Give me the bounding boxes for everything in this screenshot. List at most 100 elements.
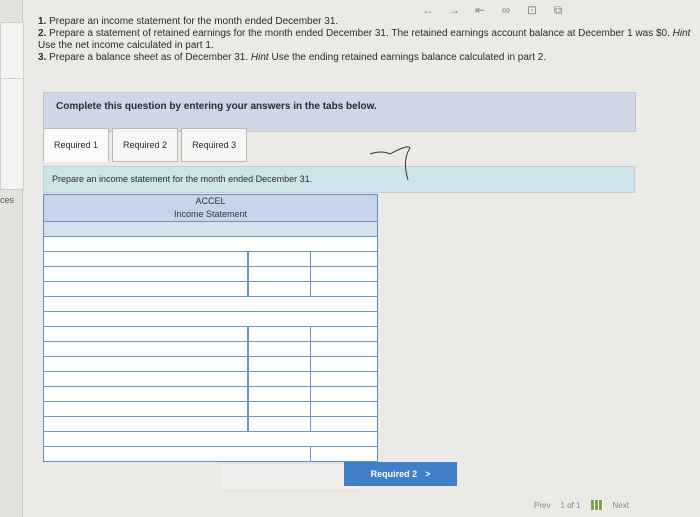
- net-income-input[interactable]: [311, 448, 375, 463]
- instruction-1: Prepare an income statement for the mont…: [49, 16, 339, 27]
- total-cell: [311, 417, 375, 431]
- total-cell: [311, 387, 375, 401]
- account-input[interactable]: [44, 418, 247, 433]
- amount-cell[interactable]: [249, 402, 311, 418]
- section-label-input[interactable]: [44, 313, 377, 328]
- amount-cell[interactable]: [249, 267, 311, 283]
- net-income-label-cell[interactable]: [44, 447, 311, 463]
- table-row: [44, 387, 377, 403]
- amount-input[interactable]: [249, 403, 310, 418]
- table-header: ACCEL Income Statement: [44, 195, 377, 222]
- amount-input[interactable]: [249, 418, 310, 433]
- amount-cell[interactable]: [249, 282, 311, 298]
- income-statement-table: ACCEL Income Statement: [43, 194, 378, 463]
- account-cell[interactable]: [44, 357, 249, 373]
- table-row: [44, 342, 377, 358]
- table-row: [44, 402, 377, 418]
- header-spacer: [44, 222, 377, 236]
- amount-cell[interactable]: [249, 387, 311, 403]
- amount-input[interactable]: [249, 283, 310, 298]
- account-cell[interactable]: [44, 387, 249, 403]
- pen-scribble: [369, 146, 411, 181]
- account-input[interactable]: [44, 283, 247, 298]
- hint-text: Use the ending retained earnings balance…: [271, 52, 547, 63]
- amount-cell[interactable]: [249, 417, 311, 433]
- prompt-bar: Prepare an income statement for the mont…: [43, 166, 635, 193]
- section-label-cell[interactable]: [44, 312, 377, 328]
- amount-cell[interactable]: [249, 252, 311, 268]
- section-label-input[interactable]: [44, 238, 377, 253]
- page-indicator: 1 of 1: [560, 500, 581, 510]
- statement-title: Income Statement: [173, 209, 248, 219]
- total-cell: [311, 357, 375, 371]
- section-label-cell[interactable]: [44, 237, 377, 253]
- account-cell[interactable]: [44, 342, 249, 358]
- tab-required-1[interactable]: Required 1: [43, 128, 110, 162]
- amount-cell[interactable]: [249, 342, 311, 358]
- account-cell[interactable]: [44, 252, 249, 268]
- amount-input[interactable]: [249, 268, 310, 283]
- left-sidebar: [0, 0, 24, 517]
- sidebar-panel: [0, 78, 24, 190]
- net-income-cell[interactable]: [311, 447, 375, 463]
- amount-input[interactable]: [249, 328, 310, 343]
- amount-cell[interactable]: [249, 327, 311, 343]
- prev-button[interactable]: Prev: [534, 501, 550, 510]
- account-cell[interactable]: [44, 417, 249, 433]
- account-cell[interactable]: [44, 327, 249, 343]
- hint-label: Hint: [250, 52, 269, 63]
- table-row: [44, 312, 377, 328]
- total-cell: [311, 267, 375, 281]
- banner-text: Complete this question by entering your …: [56, 101, 377, 112]
- total-cell: [311, 372, 375, 386]
- prompt-text: Prepare an income statement for the mont…: [52, 174, 313, 184]
- table-row: [44, 282, 377, 298]
- account-input[interactable]: [44, 388, 247, 403]
- sidebar-panel: [0, 22, 24, 79]
- instructions: 1. Prepare an income statement for the m…: [38, 16, 698, 64]
- tab-required-3[interactable]: Required 3: [181, 128, 248, 162]
- total-cell: [311, 342, 375, 356]
- account-cell[interactable]: [44, 282, 249, 298]
- table-row: [44, 222, 377, 237]
- amount-cell[interactable]: [249, 357, 311, 373]
- table-row: [44, 372, 377, 388]
- net-income-label-input[interactable]: [44, 448, 310, 463]
- tab-required-2[interactable]: Required 2: [112, 128, 179, 162]
- company-name: ACCEL: [195, 196, 226, 206]
- account-input[interactable]: [44, 373, 247, 388]
- amount-input[interactable]: [249, 253, 310, 268]
- account-input[interactable]: [44, 358, 247, 373]
- step-number: 3.: [38, 52, 47, 63]
- total-cell: [311, 402, 375, 416]
- total-cell: [311, 252, 375, 266]
- table-row: [44, 237, 377, 253]
- amount-input[interactable]: [249, 373, 310, 388]
- account-cell[interactable]: [44, 267, 249, 283]
- pager: Prev 1 of 1 Next: [534, 500, 629, 510]
- table-row: [44, 267, 377, 283]
- amount-input[interactable]: [249, 388, 310, 403]
- sidebar-label: ces: [0, 195, 15, 205]
- total-revenue-input[interactable]: [44, 298, 377, 313]
- next-tab-button[interactable]: Required 2 >: [344, 462, 457, 486]
- hint-text: Use the net income calculated in part 1.: [38, 40, 214, 51]
- amount-cell[interactable]: [249, 372, 311, 388]
- amount-input[interactable]: [249, 358, 310, 373]
- account-cell[interactable]: [44, 402, 249, 418]
- account-input[interactable]: [44, 253, 247, 268]
- table-row: [44, 417, 377, 433]
- account-input[interactable]: [44, 403, 247, 418]
- account-cell[interactable]: [44, 372, 249, 388]
- next-button[interactable]: Next: [613, 501, 629, 510]
- table-row: [44, 252, 377, 268]
- account-input[interactable]: [44, 343, 247, 358]
- total-revenue-cell[interactable]: [44, 297, 377, 313]
- tab-bar: Required 1 Required 2 Required 3: [43, 128, 248, 162]
- grid-icon[interactable]: [590, 500, 603, 510]
- account-input[interactable]: [44, 268, 247, 283]
- total-expenses-input[interactable]: [44, 433, 377, 448]
- total-expenses-cell[interactable]: [44, 432, 377, 448]
- account-input[interactable]: [44, 328, 247, 343]
- amount-input[interactable]: [249, 343, 310, 358]
